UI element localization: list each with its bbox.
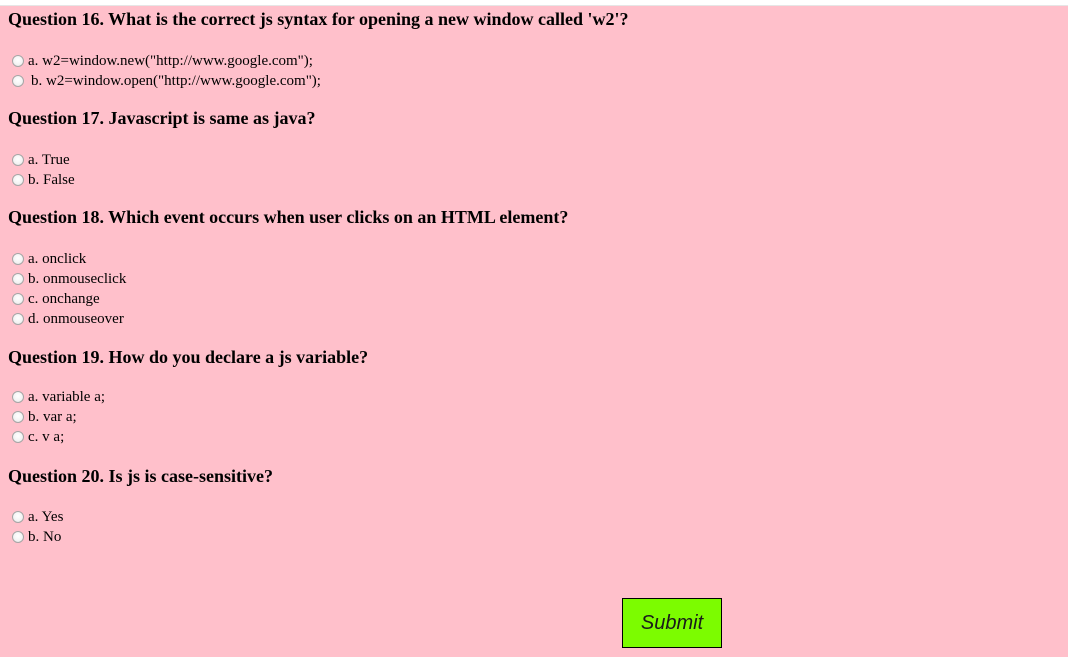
option-label: c. v a; (28, 428, 65, 445)
quiz-page: Question 16. What is the correct js synt… (0, 6, 1068, 657)
radio-button[interactable] (12, 293, 24, 305)
question-19: Question 19. How do you declare a js var… (8, 347, 368, 447)
answer-options: a. onclick b. onmouseclick c. onchange d… (8, 249, 568, 329)
answer-option-d[interactable]: d. onmouseover (8, 309, 568, 329)
answer-options: a. w2=window.new("http://www.google.com"… (8, 51, 629, 91)
answer-option-a[interactable]: a. variable a; (8, 387, 368, 407)
answer-option-b[interactable]: b. w2=window.open("http://www.google.com… (8, 71, 629, 91)
radio-button[interactable] (12, 154, 24, 166)
question-17: Question 17. Javascript is same as java?… (8, 108, 316, 190)
option-label: a. variable a; (28, 388, 106, 405)
option-label: b. w2=window.open("http://www.google.com… (31, 72, 321, 89)
question-20: Question 20. Is js is case-sensitive? a.… (8, 466, 273, 547)
radio-button[interactable] (12, 391, 24, 403)
radio-button[interactable] (12, 273, 24, 285)
answer-options: a. True b. False (8, 150, 316, 190)
answer-option-a[interactable]: a. Yes (8, 507, 273, 527)
radio-button[interactable] (12, 75, 24, 87)
answer-options: a. Yes b. No (8, 507, 273, 547)
radio-button[interactable] (12, 313, 24, 325)
radio-button[interactable] (12, 531, 24, 543)
radio-button[interactable] (12, 174, 24, 186)
option-label: c. onchange (28, 290, 100, 307)
question-16: Question 16. What is the correct js synt… (8, 9, 629, 91)
submit-button[interactable]: Submit (622, 598, 722, 648)
radio-button[interactable] (12, 411, 24, 423)
radio-button[interactable] (12, 55, 24, 67)
radio-button[interactable] (12, 253, 24, 265)
answer-option-b[interactable]: b. No (8, 527, 273, 547)
option-label: b. No (28, 528, 62, 545)
question-title: Question 16. What is the correct js synt… (8, 9, 629, 29)
answer-option-c[interactable]: c. v a; (8, 427, 368, 447)
option-label: d. onmouseover (28, 310, 124, 327)
question-title: Question 20. Is js is case-sensitive? (8, 466, 273, 486)
radio-button[interactable] (12, 511, 24, 523)
option-label: b. var a; (28, 408, 77, 425)
question-18: Question 18. Which event occurs when use… (8, 207, 568, 329)
question-title: Question 18. Which event occurs when use… (8, 207, 569, 227)
radio-button[interactable] (12, 431, 24, 443)
question-title: Question 17. Javascript is same as java? (8, 108, 316, 128)
option-label: a. True (28, 151, 70, 168)
answer-option-b[interactable]: b. var a; (8, 407, 368, 427)
option-label: a. w2=window.new("http://www.google.com"… (28, 52, 313, 69)
question-title: Question 19. How do you declare a js var… (8, 347, 369, 367)
answer-option-c[interactable]: c. onchange (8, 289, 568, 309)
answer-option-a[interactable]: a. w2=window.new("http://www.google.com"… (8, 51, 629, 71)
option-label: a. Yes (28, 508, 64, 525)
answer-option-b[interactable]: b. onmouseclick (8, 269, 568, 289)
option-label: a. onclick (28, 250, 87, 267)
answer-option-a[interactable]: a. onclick (8, 249, 568, 269)
option-label: b. onmouseclick (28, 270, 127, 287)
option-label: b. False (28, 171, 75, 188)
answer-options: a. variable a; b. var a; c. v a; (8, 387, 368, 447)
answer-option-b[interactable]: b. False (8, 170, 316, 190)
answer-option-a[interactable]: a. True (8, 150, 316, 170)
